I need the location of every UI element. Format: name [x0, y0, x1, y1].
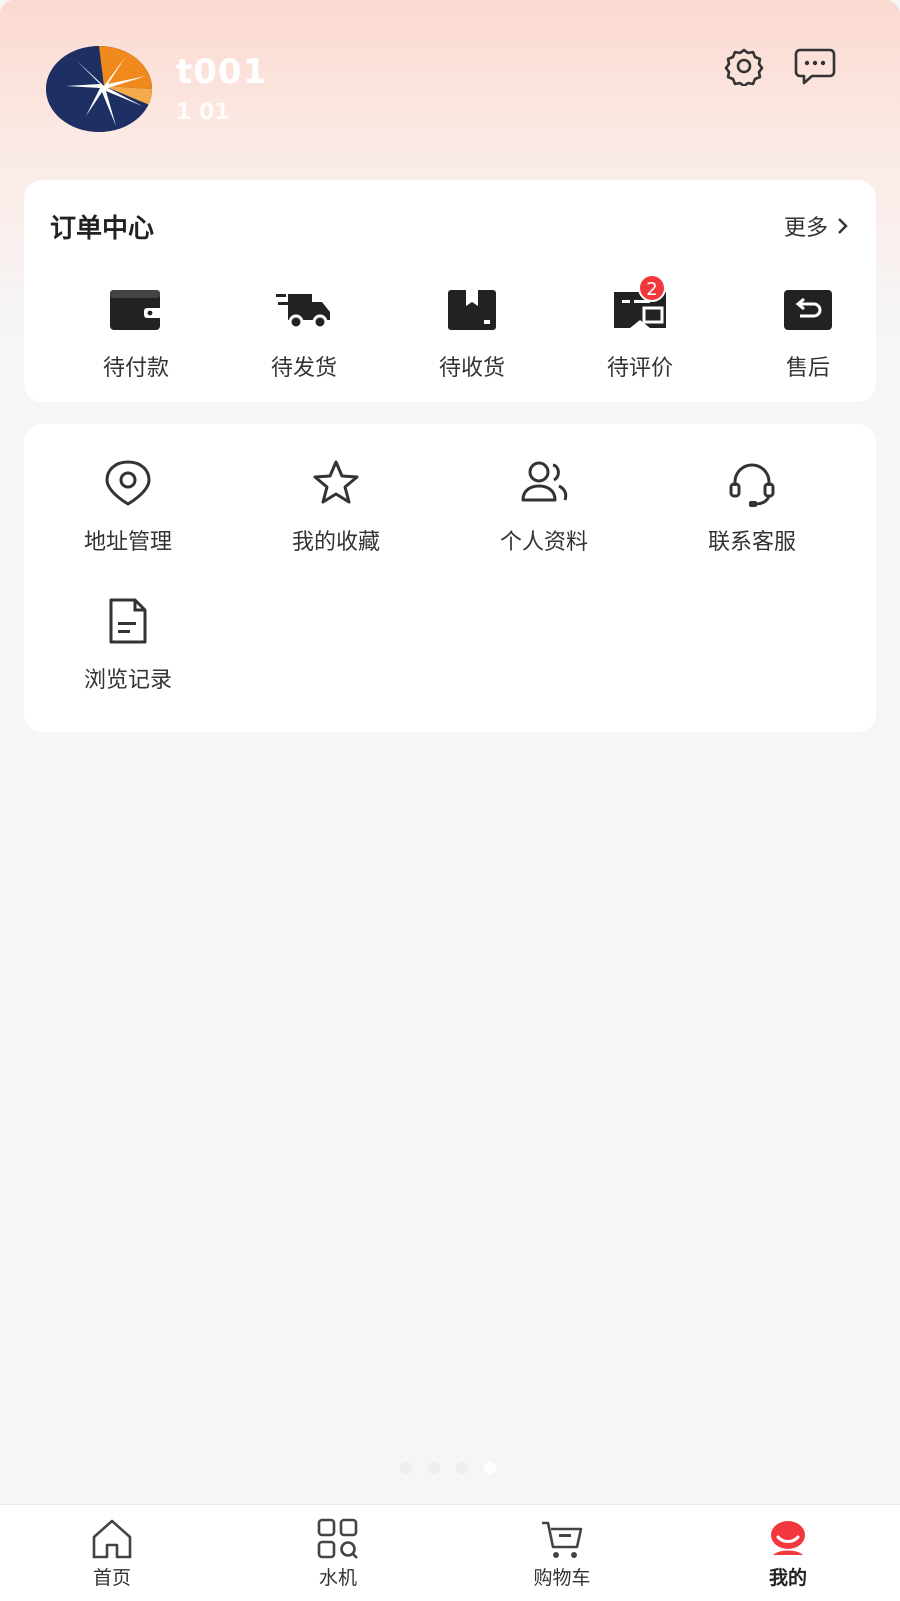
profile-icon — [771, 1521, 805, 1555]
tab-home[interactable]: 首页 — [52, 1517, 172, 1590]
review-count-badge: 2 — [638, 274, 666, 302]
location-icon — [105, 460, 151, 506]
settings-gear-icon[interactable] — [724, 46, 764, 86]
menu-address-management[interactable]: 地址管理 — [38, 456, 218, 556]
order-item-label: 售后 — [785, 356, 830, 381]
bottom-tab-bar: 首页 水机 购物车 我的 — [0, 1504, 900, 1601]
order-center-card: 订单中心 更多 待付款 待发货 待收货 2 待评价 售后 — [24, 180, 876, 402]
wallet-icon — [110, 290, 162, 330]
order-item-label: 待付款 — [102, 356, 169, 381]
tab-label: 首页 — [92, 1567, 131, 1589]
package-icon — [448, 290, 496, 330]
more-label: 更多 — [783, 216, 828, 241]
order-pending-review[interactable]: 2 待评价 — [580, 274, 700, 382]
order-after-sales[interactable]: 售后 — [748, 288, 868, 382]
users-icon — [521, 461, 568, 502]
star-icon — [313, 460, 359, 504]
tab-label: 我的 — [768, 1567, 807, 1589]
pager-dot — [456, 1462, 468, 1474]
services-card: 地址管理 我的收藏 个人资料 联系客服 浏览记录 — [24, 424, 876, 732]
delivery-truck-icon — [276, 294, 330, 330]
menu-my-favorites[interactable]: 我的收藏 — [246, 456, 426, 556]
tab-label: 购物车 — [533, 1567, 591, 1589]
menu-contact-support[interactable]: 联系客服 — [662, 456, 842, 556]
order-more-link[interactable]: 更多 — [784, 210, 850, 242]
order-pending-receipt[interactable]: 待收货 — [412, 288, 532, 382]
headset-icon — [729, 463, 775, 507]
order-item-label: 待发货 — [270, 356, 337, 381]
order-pending-shipment[interactable]: 待发货 — [244, 288, 364, 382]
message-chat-icon[interactable] — [794, 46, 836, 86]
home-icon — [92, 1519, 132, 1559]
menu-item-label: 联系客服 — [707, 530, 796, 555]
menu-item-label: 浏览记录 — [83, 668, 172, 693]
pager-dots — [400, 1462, 496, 1474]
tab-water-machine[interactable]: 水机 — [278, 1517, 398, 1590]
menu-personal-info[interactable]: 个人资料 — [454, 456, 634, 556]
grid-icon — [317, 1518, 358, 1559]
order-center-title: 订单中心 — [50, 214, 155, 244]
chevron-right-icon — [838, 218, 848, 234]
menu-item-label: 我的收藏 — [291, 530, 380, 555]
menu-browsing-history[interactable]: 浏览记录 — [38, 594, 218, 694]
username: t001 — [176, 52, 268, 92]
menu-item-label: 个人资料 — [499, 530, 588, 555]
order-pending-payment[interactable]: 待付款 — [76, 288, 196, 382]
pager-dot — [400, 1462, 412, 1474]
order-item-label: 待收货 — [438, 356, 505, 381]
document-icon — [109, 598, 147, 644]
return-icon — [784, 290, 832, 330]
phone-number: 1 01 — [176, 100, 230, 125]
avatar-logo-icon — [46, 46, 152, 132]
cart-icon — [542, 1521, 583, 1558]
pager-dot-active — [484, 1462, 496, 1474]
menu-item-label: 地址管理 — [83, 530, 172, 555]
tab-label: 水机 — [318, 1567, 357, 1589]
order-item-label: 待评价 — [606, 356, 673, 381]
tab-mine[interactable]: 我的 — [728, 1517, 848, 1590]
pager-dot — [428, 1462, 440, 1474]
avatar[interactable] — [46, 46, 152, 132]
tab-cart[interactable]: 购物车 — [502, 1517, 622, 1590]
